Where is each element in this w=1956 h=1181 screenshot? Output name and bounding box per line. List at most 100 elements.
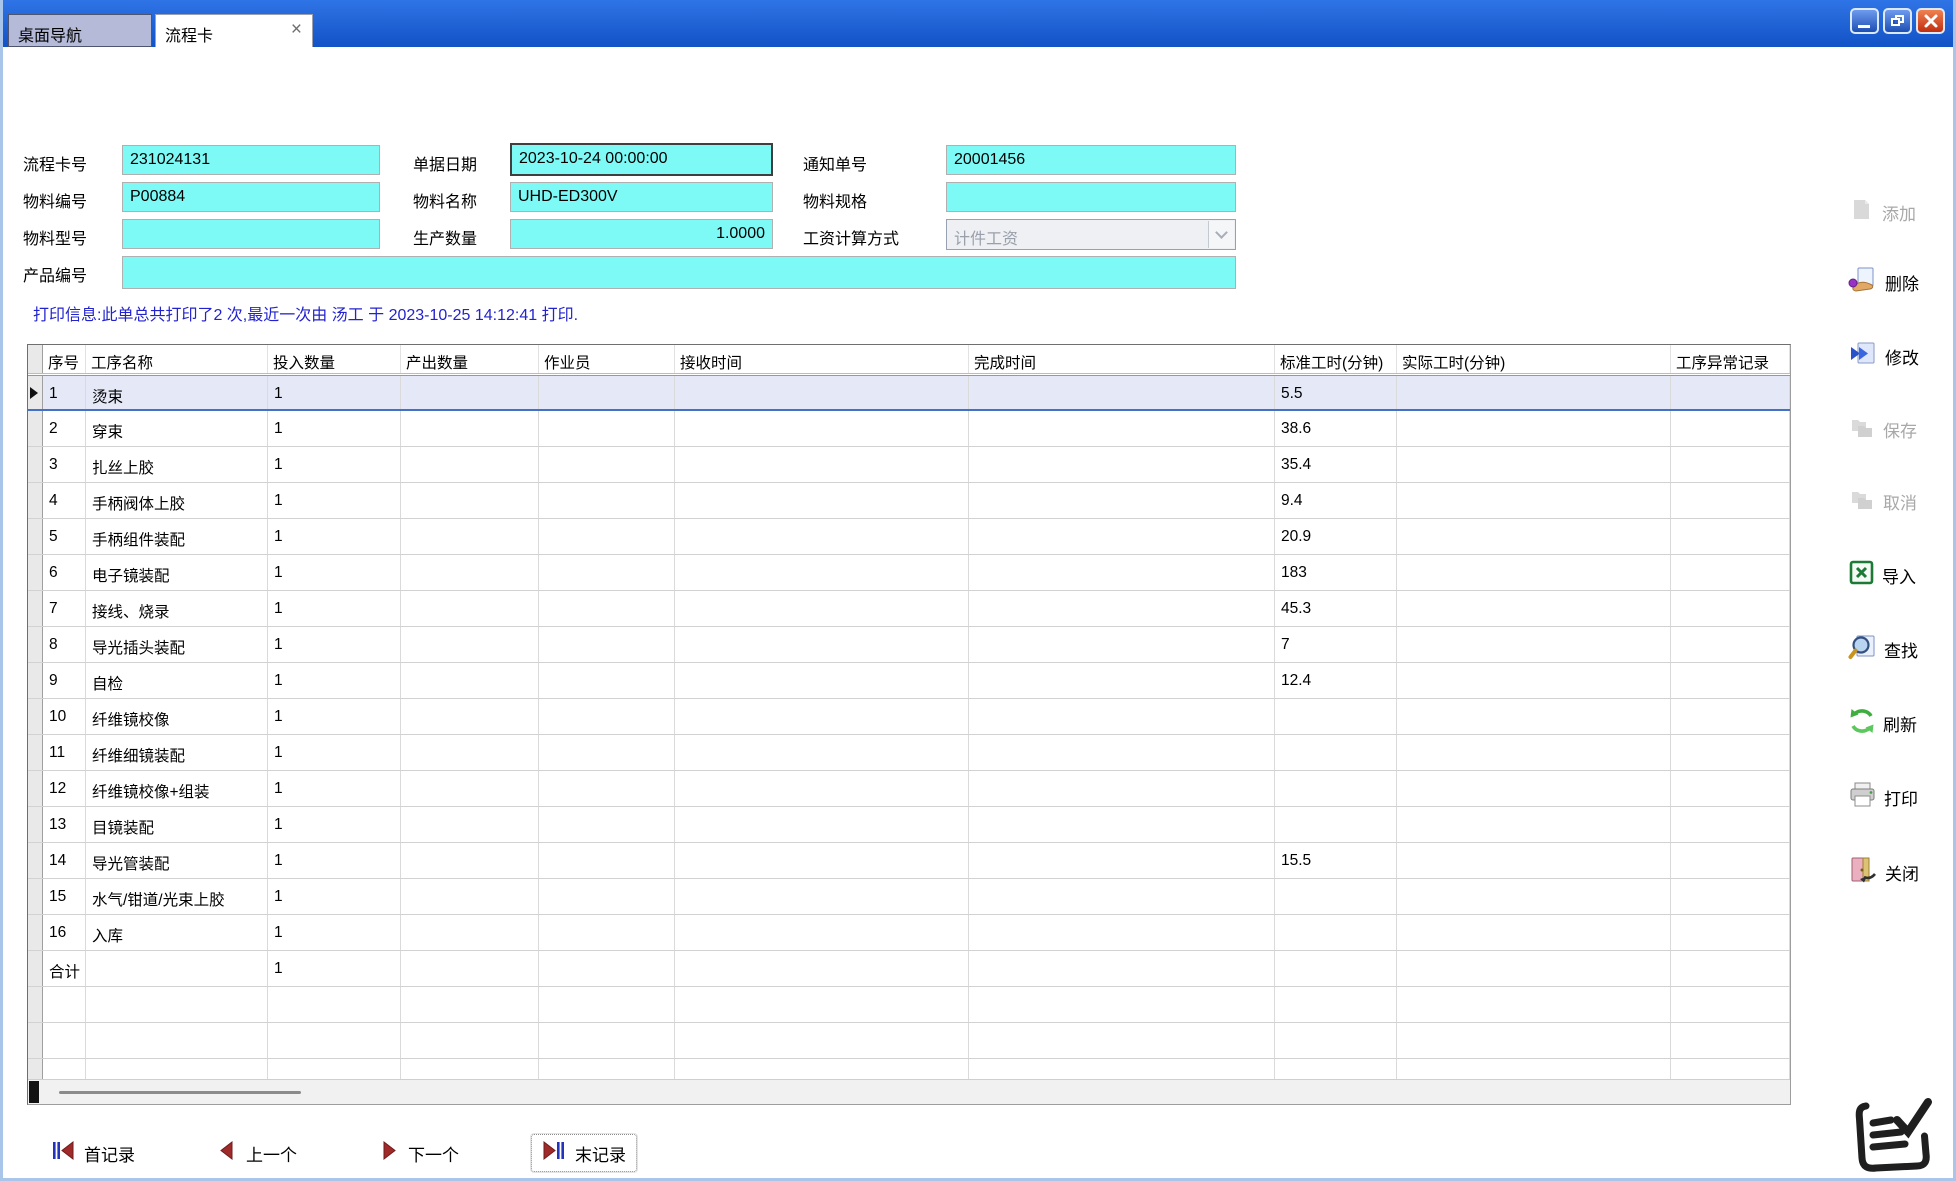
table-cell[interactable] [969,591,1275,626]
table-cell[interactable] [1397,951,1671,986]
table-cell[interactable] [675,411,969,446]
table-cell[interactable] [1397,447,1671,482]
table-cell[interactable]: 导光插头装配 [86,627,268,662]
table-cell[interactable]: 1 [268,663,401,698]
table-cell[interactable]: 5.5 [1275,376,1397,409]
table-row[interactable]: 2穿束138.6 [28,411,1790,447]
table-cell[interactable] [539,627,675,662]
table-cell[interactable] [1671,519,1790,554]
row-header-cell[interactable] [28,807,43,842]
table-cell[interactable] [969,771,1275,806]
table-cell[interactable] [675,843,969,878]
tab-desktop-nav[interactable]: 桌面导航 [8,14,152,47]
toolbar-button-close-door[interactable]: 关闭 [1848,855,1919,889]
table-cell[interactable] [401,843,539,878]
table-cell[interactable]: 1 [268,879,401,914]
table-cell[interactable] [969,376,1275,409]
table-cell[interactable]: 15 [43,879,86,914]
doc-date-field[interactable]: 2023-10-24 00:00:00 [510,143,773,176]
table-cell[interactable] [401,915,539,950]
table-cell[interactable] [401,627,539,662]
restore-button[interactable] [1883,8,1912,34]
table-cell[interactable] [401,591,539,626]
table-cell[interactable] [1397,879,1671,914]
table-cell[interactable] [539,915,675,950]
table-cell[interactable]: 1 [268,951,401,986]
row-header-cell[interactable] [28,519,43,554]
row-header-cell[interactable] [28,663,43,698]
table-cell[interactable]: 目镜装配 [86,807,268,842]
flow-card-no-field[interactable]: 231024131 [122,145,380,175]
nav-last-record[interactable]: 末记录 [531,1134,637,1172]
table-cell[interactable]: 1 [268,447,401,482]
table-row[interactable]: 6电子镜装配1183 [28,555,1790,591]
table-cell[interactable]: 7 [43,591,86,626]
table-cell[interactable]: 4 [43,483,86,518]
table-cell[interactable] [1671,627,1790,662]
table-cell[interactable] [1397,483,1671,518]
table-cell[interactable] [1397,735,1671,770]
table-cell[interactable]: 20.9 [1275,519,1397,554]
table-cell[interactable]: 183 [1275,555,1397,590]
table-cell[interactable]: 1 [268,843,401,878]
table-cell[interactable]: 35.4 [1275,447,1397,482]
table-cell[interactable]: 电子镜装配 [86,555,268,590]
table-cell[interactable] [1671,915,1790,950]
table-cell[interactable] [1275,951,1397,986]
table-cell[interactable]: 5 [43,519,86,554]
scrollbar-thumb[interactable] [59,1091,301,1094]
table-cell[interactable] [86,951,268,986]
table-cell[interactable] [1671,411,1790,446]
table-row[interactable]: 3扎丝上胶1 35.4 [28,447,1790,483]
row-header-cell[interactable] [28,376,43,409]
table-cell[interactable]: 纤维镜校像+组装 [86,771,268,806]
table-cell[interactable] [969,555,1275,590]
table-cell[interactable]: 纤维细镜装配 [86,735,268,770]
table-cell[interactable]: 1 [268,555,401,590]
table-cell[interactable] [1671,735,1790,770]
tab-process-card[interactable]: 流程卡 × [155,14,313,47]
table-cell[interactable]: 7 [1275,627,1397,662]
row-header-cell[interactable] [28,555,43,590]
table-row[interactable]: 16入库1 [28,915,1790,951]
table-cell[interactable]: 1 [268,627,401,662]
row-header-cell[interactable] [28,951,43,986]
table-cell[interactable] [401,735,539,770]
table-cell[interactable]: 1 [268,483,401,518]
close-button[interactable] [1916,8,1945,34]
table-row[interactable]: 合计1 [28,951,1790,987]
table-cell[interactable] [969,483,1275,518]
nav-prev-record[interactable]: 上一个 [207,1135,307,1171]
material-model-field[interactable] [122,219,380,249]
table-cell[interactable] [1671,843,1790,878]
table-cell[interactable] [675,807,969,842]
column-header[interactable]: 作业员 [539,345,675,373]
toolbar-button-delete-hand[interactable]: 删除 [1848,266,1919,299]
row-header-cell[interactable] [28,735,43,770]
table-cell[interactable] [969,411,1275,446]
table-cell[interactable]: 自检 [86,663,268,698]
table-cell[interactable] [1671,807,1790,842]
column-header[interactable]: 投入数量 [268,345,401,373]
nav-next-record[interactable]: 下一个 [369,1135,469,1171]
table-cell[interactable] [675,555,969,590]
minimize-button[interactable] [1850,8,1879,34]
table-cell[interactable]: 扎丝上胶 [86,447,268,482]
table-cell[interactable] [969,807,1275,842]
row-header-cell[interactable] [28,591,43,626]
table-cell[interactable] [539,519,675,554]
table-cell[interactable] [675,663,969,698]
table-cell[interactable] [1671,879,1790,914]
table-cell[interactable]: 3 [43,447,86,482]
table-row[interactable]: 4手柄阀体上胶19.4 [28,483,1790,519]
table-row[interactable]: 12纤维镜校像+组装1 [28,771,1790,807]
column-header[interactable]: 标准工时(分钟) [1275,345,1397,373]
product-code-field[interactable] [122,256,1236,289]
table-cell[interactable]: 1 [268,376,401,409]
toolbar-button-search[interactable]: 查找 [1848,633,1918,666]
table-cell[interactable] [969,843,1275,878]
table-cell[interactable] [675,771,969,806]
table-cell[interactable]: 16 [43,915,86,950]
table-cell[interactable] [1275,735,1397,770]
table-cell[interactable] [1397,807,1671,842]
